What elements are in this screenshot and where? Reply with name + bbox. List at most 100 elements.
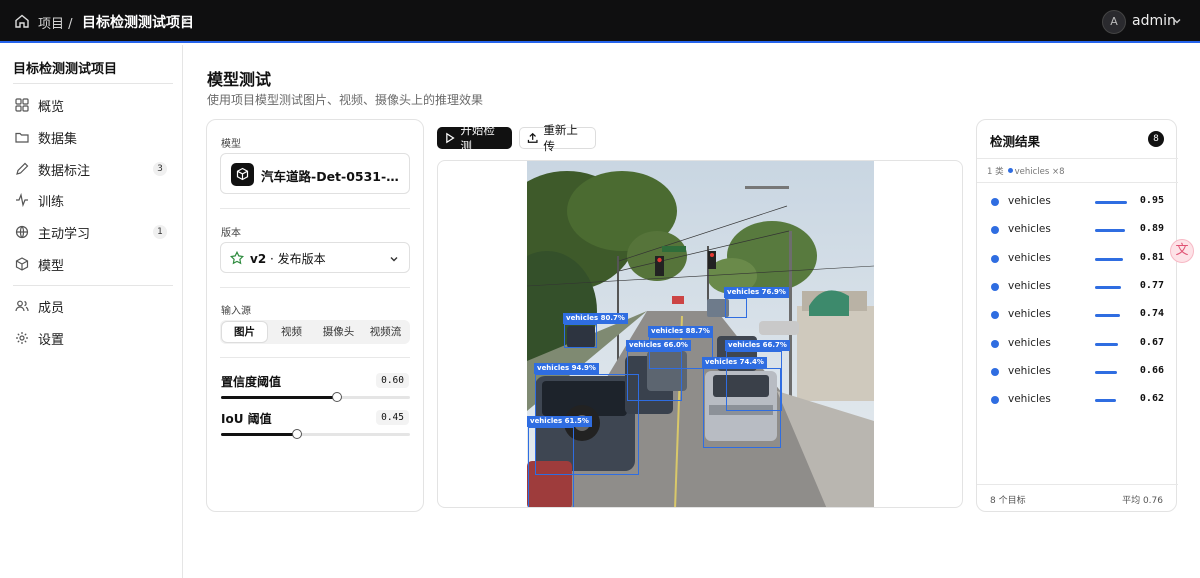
users-icon (15, 300, 29, 312)
model-selector[interactable]: 汽车道路-Det-0531-001... (220, 153, 410, 194)
sidebar-item-label: 数据标注 (38, 163, 91, 179)
project-selector[interactable]: 目标检测测试项目 (82, 12, 194, 32)
chevron-down-icon[interactable] (180, 15, 190, 25)
sidebar-item-annotation[interactable]: 数据标注 3 (8, 154, 174, 184)
test-image: vehicles 80.7% vehicles 88.7% vehicles 7… (527, 161, 874, 507)
top-bar: 项目 / 目标检测测试项目 A admin (0, 0, 1200, 43)
result-class: vehicles (1008, 364, 1051, 377)
tab-image[interactable]: 图片 (222, 322, 267, 342)
user-menu[interactable]: admin (1132, 13, 1176, 29)
result-score: 0.74 (1139, 308, 1164, 320)
avatar[interactable]: A (1102, 10, 1126, 34)
confidence-slider[interactable] (221, 392, 410, 402)
class-dot (1007, 168, 1013, 173)
tab-video[interactable]: 视频 (269, 322, 314, 342)
result-class: vehicles (1008, 223, 1051, 236)
result-row[interactable]: vehicles 0.81 (977, 248, 1178, 270)
activity-icon (16, 193, 28, 207)
reupload-button[interactable]: 重新上传 (519, 123, 596, 153)
slider-fill (221, 433, 297, 436)
detection-box[interactable]: vehicles 80.7% (563, 313, 628, 348)
class-count: 1 类 (987, 167, 1004, 177)
detection-label: vehicles 66.0% (626, 340, 691, 351)
divider (220, 287, 410, 288)
image-viewer[interactable]: vehicles 80.7% vehicles 88.7% vehicles 7… (437, 160, 963, 508)
sidebar-item-label: 设置 (38, 332, 65, 348)
detection-box[interactable]: vehicles 74.4% (702, 357, 781, 448)
breadcrumb-root[interactable]: 项目 / (38, 13, 73, 32)
sidebar-item-label: 概览 (38, 99, 65, 115)
class-tag: vehicles ×8 (1014, 167, 1065, 177)
results-summary: 1 类 vehicles ×8 (987, 165, 1065, 177)
result-row[interactable]: vehicles 0.95 (977, 191, 1178, 213)
sidebar-item-dataset[interactable]: 数据集 (8, 122, 174, 152)
sidebar-item-label: 数据集 (38, 131, 78, 147)
sidebar-item-training[interactable]: 训练 (8, 185, 174, 215)
count-badge: 3 (153, 162, 167, 176)
page-subtitle: 使用项目模型测试图片、视频、摄像头上的推理效果 (207, 93, 484, 107)
detection-label: vehicles 80.7% (563, 313, 628, 324)
play-icon (446, 132, 455, 144)
folder-icon (15, 132, 29, 143)
sidebar-item-label: 成员 (38, 300, 65, 316)
iou-value: 0.45 (376, 410, 409, 425)
class-dot (991, 396, 999, 405)
cube-icon (15, 257, 29, 271)
home-icon[interactable] (14, 13, 30, 29)
score-bar (1095, 342, 1118, 346)
results-panel: 检测结果 8 1 类 vehicles ×8 vehicles 0.95 vehicl… (976, 119, 1178, 512)
class-dot (991, 226, 999, 235)
result-row[interactable]: vehicles 0.66 (977, 361, 1178, 383)
result-row[interactable]: vehicles 0.62 (977, 389, 1178, 411)
button-label: 开始检测 (460, 123, 495, 153)
iou-slider[interactable] (221, 429, 410, 439)
slider-handle[interactable] (292, 429, 302, 439)
score-bar (1095, 314, 1120, 318)
result-row[interactable]: vehicles 0.67 (977, 333, 1178, 355)
detection-box[interactable]: vehicles 76.9% (724, 287, 789, 318)
sidebar-item-label: 训练 (38, 194, 65, 210)
sidebar-item-settings[interactable]: 设置 (8, 323, 174, 353)
result-score: 0.62 (1139, 393, 1164, 405)
confidence-value: 0.60 (376, 373, 409, 388)
detection-label: vehicles 61.5% (527, 416, 592, 427)
result-class: vehicles (1008, 195, 1051, 207)
results-average: 平均 0.76 (1122, 496, 1163, 506)
class-dot (991, 311, 999, 320)
tab-stream[interactable]: 视频流 (363, 322, 408, 342)
chevron-down-icon[interactable] (1172, 16, 1182, 26)
score-bar (1095, 201, 1127, 204)
detection-box[interactable]: vehicles 61.5% (527, 416, 592, 507)
tab-camera[interactable]: 摄像头 (316, 322, 361, 342)
results-header: 检测结果 8 (977, 120, 1178, 159)
divider (13, 83, 173, 84)
sidebar-item-overview[interactable]: 概览 (8, 90, 174, 120)
source-label: 输入源 (221, 306, 251, 317)
version-tag: v2 (250, 252, 267, 266)
result-row[interactable]: vehicles 0.77 (977, 276, 1178, 298)
divider (977, 484, 1178, 485)
score-bar (1095, 257, 1123, 261)
divider (13, 285, 173, 286)
detection-label: vehicles 66.7% (725, 340, 790, 351)
model-label: 模型 (221, 139, 241, 150)
divider (220, 357, 410, 358)
start-detection-button[interactable]: 开始检测 (437, 123, 512, 153)
result-row[interactable]: vehicles 0.74 (977, 304, 1178, 326)
result-score: 0.77 (1139, 279, 1164, 291)
class-dot (991, 254, 999, 263)
sidebar-item-label: 主动学习 (38, 226, 91, 242)
version-select[interactable]: v2 · 发布版本 (220, 242, 410, 273)
chevron-down-icon (390, 257, 398, 262)
sidebar-item-members[interactable]: 成员 (8, 291, 174, 321)
result-row[interactable]: vehicles 0.89 (977, 219, 1178, 241)
score-bar (1095, 370, 1117, 374)
gear-icon (16, 332, 28, 344)
iou-label: IoU 阈值 (221, 412, 272, 426)
sidebar-item-model[interactable]: 模型 (8, 249, 174, 279)
result-class: vehicles (1008, 336, 1051, 349)
sidebar-title: 目标检测测试项目 (13, 62, 118, 77)
sidebar-item-active-learning[interactable]: 主动学习 1 (8, 217, 174, 247)
translate-icon[interactable]: 文 (1170, 239, 1194, 263)
slider-handle[interactable] (332, 392, 342, 402)
